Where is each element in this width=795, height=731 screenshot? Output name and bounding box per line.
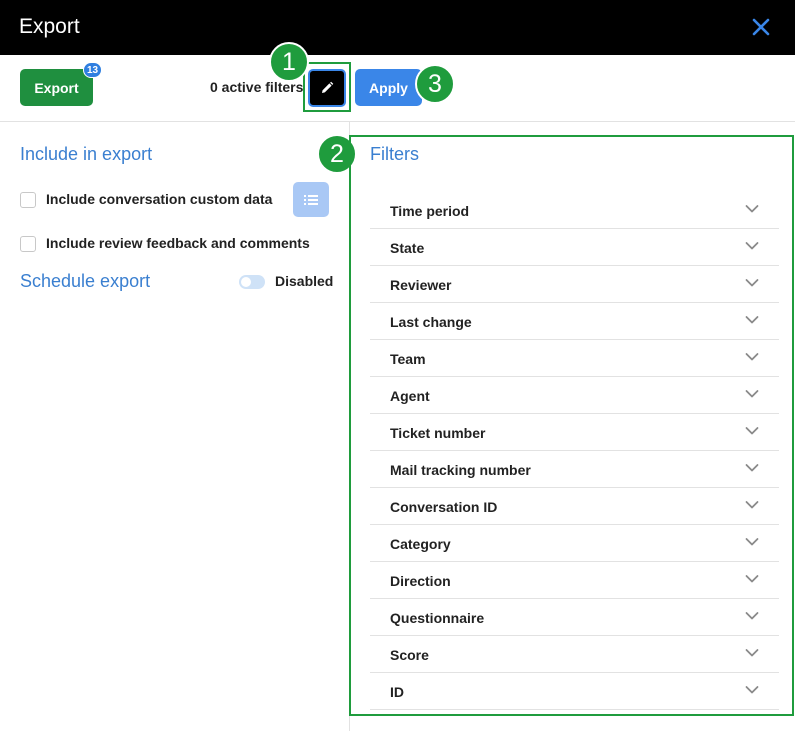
apply-button[interactable]: Apply [355, 69, 422, 106]
filter-label: ID [390, 684, 404, 700]
filter-label: Agent [390, 388, 430, 404]
filter-row[interactable]: Questionnaire [370, 599, 779, 636]
chevron-down-icon [745, 279, 759, 287]
close-icon[interactable] [748, 14, 774, 40]
schedule-toggle[interactable] [239, 275, 265, 289]
filter-row[interactable]: State [370, 229, 779, 266]
filter-label: Questionnaire [390, 610, 485, 626]
filter-row[interactable]: Conversation ID [370, 488, 779, 525]
filter-row[interactable]: Team [370, 340, 779, 377]
export-button[interactable]: Export [20, 69, 93, 106]
filter-label: Score [390, 647, 429, 663]
include-custom-data-checkbox[interactable] [20, 192, 36, 208]
filter-row[interactable]: Last change [370, 303, 779, 340]
filter-row[interactable]: Ticket number [370, 414, 779, 451]
include-review-feedback-label: Include review feedback and comments [46, 235, 310, 251]
chevron-down-icon [745, 501, 759, 509]
chevron-down-icon [745, 575, 759, 583]
edit-filters-button[interactable] [308, 69, 346, 107]
filter-label: State [390, 240, 425, 256]
filter-label: Conversation ID [390, 499, 498, 515]
filter-label: Team [390, 351, 426, 367]
include-review-feedback-checkbox[interactable] [20, 236, 36, 252]
filters-section-title: Filters [370, 144, 419, 164]
filter-label: Time period [390, 203, 470, 219]
chevron-down-icon [745, 205, 759, 213]
chevron-down-icon [745, 427, 759, 435]
chevron-down-icon [745, 686, 759, 694]
dialog-title: Export [19, 15, 80, 38]
filter-label: Last change [390, 314, 472, 330]
chevron-down-icon [745, 242, 759, 250]
chevron-down-icon [745, 464, 759, 472]
custom-data-fields-button[interactable] [293, 182, 329, 217]
filter-row[interactable]: Category [370, 525, 779, 562]
chevron-down-icon [745, 538, 759, 546]
chevron-down-icon [745, 612, 759, 620]
callout-1: 1 [269, 42, 309, 82]
schedule-section-title: Schedule export [20, 271, 151, 291]
filter-row[interactable]: ID [370, 673, 779, 710]
export-count-badge: 13 [83, 62, 102, 78]
chevron-down-icon [745, 316, 759, 324]
filter-row[interactable]: Mail tracking number [370, 451, 779, 488]
callout-3: 3 [415, 64, 455, 104]
filter-row[interactable]: Time period [370, 192, 779, 229]
chevron-down-icon [745, 390, 759, 398]
filter-label: Mail tracking number [390, 462, 531, 478]
filter-label: Direction [390, 573, 451, 589]
pencil-icon [322, 81, 334, 93]
schedule-toggle-label: Disabled [275, 273, 334, 289]
list-icon [304, 194, 318, 205]
toggle-knob [241, 277, 251, 287]
include-custom-data-label: Include conversation custom data [46, 191, 273, 207]
filter-row[interactable]: Reviewer [370, 266, 779, 303]
filter-label: Category [390, 536, 451, 552]
filter-label: Ticket number [390, 425, 486, 441]
filter-row[interactable]: Score [370, 636, 779, 673]
chevron-down-icon [745, 353, 759, 361]
dialog-titlebar: Export [0, 0, 795, 55]
filter-row[interactable]: Direction [370, 562, 779, 599]
chevron-down-icon [745, 649, 759, 657]
filter-label: Reviewer [390, 277, 452, 293]
include-section-title: Include in export [20, 144, 153, 164]
filter-row[interactable]: Agent [370, 377, 779, 414]
